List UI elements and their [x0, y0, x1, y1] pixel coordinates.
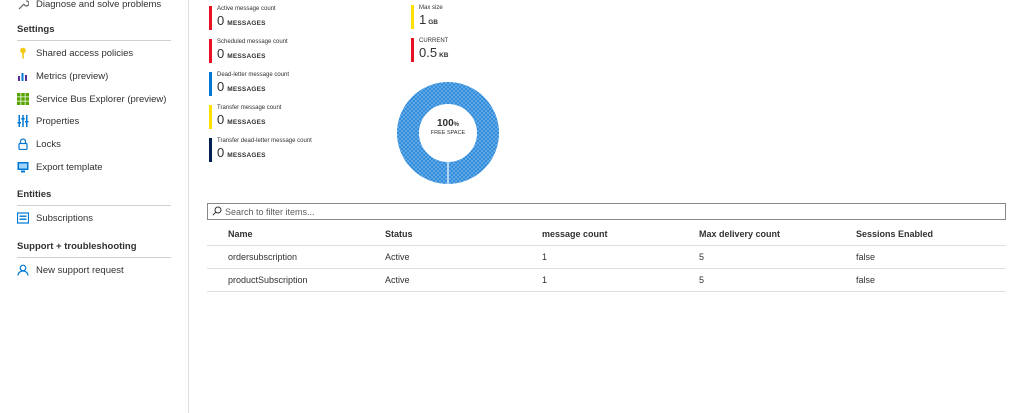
metric-max-size: Max size 1 GB — [411, 5, 491, 29]
donut-center-label: 100% FREE SPACE — [406, 118, 490, 136]
metric-transfer-dead-letter-message-count: Transfer dead-letter message count 0 MESS… — [209, 138, 384, 162]
metric-transfer-message-count: Transfer message count 0 MESSAGES — [209, 105, 384, 129]
column-header-max-delivery-count[interactable]: Max delivery count — [678, 223, 835, 246]
sidebar-item-metrics[interactable]: Metrics (preview) — [17, 66, 108, 86]
metric-label: Max size — [419, 5, 443, 11]
cell-max-delivery-count: 5 — [678, 245, 835, 269]
column-header-sessions-enabled[interactable]: Sessions Enabled — [835, 223, 1006, 246]
table-row[interactable]: productSubscription Active 1 5 false — [207, 268, 1006, 292]
subscriptions-table: Name Status message count Max delivery c… — [207, 223, 1006, 292]
donut-percent-sign: % — [453, 122, 460, 128]
section-entities: Entities — [17, 189, 171, 206]
metric-current-size: CURRENT 0.5 KB — [411, 38, 491, 62]
table-header-row: Name Status message count Max delivery c… — [207, 223, 1006, 246]
metric-unit: MESSAGES — [227, 86, 266, 93]
metric-value: 0 — [217, 46, 225, 61]
metric-label: Transfer message count — [217, 105, 282, 111]
wrench-icon — [17, 0, 29, 10]
sidebar-item-label: Subscriptions — [36, 212, 94, 224]
metrics-chart-icon — [17, 70, 29, 82]
donut-caption: FREE SPACE — [430, 130, 466, 136]
metric-scheduled-message-count: Scheduled message count 0 MESSAGES — [209, 39, 384, 63]
section-support: Support + troubleshooting — [17, 241, 171, 258]
cell-status: Active — [364, 268, 521, 292]
sidebar-item-label: Diagnose and solve problems — [36, 0, 162, 10]
properties-icon — [17, 115, 29, 127]
key-icon — [17, 47, 29, 59]
metric-label: Dead-letter message count — [217, 72, 290, 78]
sidebar-item-shared-access-policies[interactable]: Shared access policies — [17, 43, 133, 63]
metric-active-message-count: Active message count 0 MESSAGES — [209, 6, 384, 30]
metric-value: 0 — [217, 145, 225, 160]
column-header-message-count[interactable]: message count — [521, 223, 678, 246]
sidebar-item-service-bus-explorer[interactable]: Service Bus Explorer (preview) — [17, 89, 166, 109]
search-icon — [212, 203, 222, 221]
sidebar-item-diagnose[interactable]: Diagnose and solve problems — [17, 0, 161, 14]
column-header-status[interactable]: Status — [364, 223, 521, 246]
metric-value: 0.5 — [419, 45, 438, 60]
metric-label: CURRENT — [419, 38, 449, 44]
sidebar-item-label: Properties — [36, 115, 80, 127]
grid-icon — [17, 93, 29, 105]
section-settings: Settings — [17, 24, 171, 41]
cell-message-count: 1 — [521, 268, 678, 292]
metric-label: Active message count — [217, 6, 276, 12]
donut-percent: 100 — [436, 118, 454, 129]
sidebar-item-export-template[interactable]: Export template — [17, 157, 103, 177]
cell-sessions-enabled: false — [835, 245, 1006, 269]
metric-value: 0 — [217, 112, 225, 127]
sidebar-item-new-support-request[interactable]: New support request — [17, 260, 124, 280]
cell-status: Active — [364, 245, 521, 269]
metric-unit: MESSAGES — [227, 152, 266, 159]
metric-value: 1 — [419, 12, 427, 27]
lock-icon — [17, 138, 29, 150]
metric-unit: MESSAGES — [227, 20, 266, 27]
sidebar-item-properties[interactable]: Properties — [17, 111, 79, 131]
table-row[interactable]: ordersubscription Active 1 5 false — [207, 245, 1006, 269]
metric-dead-letter-message-count: Dead-letter message count 0 MESSAGES — [209, 72, 384, 96]
sidebar-item-label: Locks — [36, 138, 61, 150]
export-template-icon — [17, 161, 29, 173]
metric-label: Transfer dead-letter message count — [217, 138, 312, 144]
metric-unit: KB — [439, 52, 449, 59]
subscriptions-overview: Active message count 0 MESSAGES Scheduled… — [190, 0, 1024, 413]
filter-search-input[interactable] — [225, 206, 985, 217]
resource-menu: Diagnose and solve problems Settings Sha… — [0, 0, 189, 413]
filter-search-box[interactable] — [207, 203, 1006, 220]
sidebar-item-label: Shared access policies — [36, 47, 134, 59]
sidebar-item-locks[interactable]: Locks — [17, 134, 61, 154]
column-header-name[interactable]: Name — [207, 223, 364, 246]
cell-name: ordersubscription — [207, 245, 364, 269]
sidebar-item-label: New support request — [36, 264, 124, 276]
metric-unit: MESSAGES — [227, 53, 266, 60]
sidebar-item-subscriptions[interactable]: Subscriptions — [17, 208, 93, 228]
metric-label: Scheduled message count — [217, 39, 288, 45]
metric-value: 0 — [217, 79, 225, 94]
cell-name: productSubscription — [207, 268, 364, 292]
sidebar-item-label: Metrics (preview) — [36, 70, 109, 82]
sidebar-item-label: Service Bus Explorer (preview) — [36, 93, 167, 105]
metric-value: 0 — [217, 13, 225, 28]
metric-unit: GB — [428, 19, 438, 26]
metric-unit: MESSAGES — [227, 119, 266, 126]
cell-message-count: 1 — [521, 245, 678, 269]
sidebar-item-label: Export template — [36, 161, 103, 173]
subscriptions-icon — [17, 212, 29, 224]
cell-sessions-enabled: false — [835, 268, 1006, 292]
cell-max-delivery-count: 5 — [678, 268, 835, 292]
support-person-icon — [17, 264, 29, 276]
